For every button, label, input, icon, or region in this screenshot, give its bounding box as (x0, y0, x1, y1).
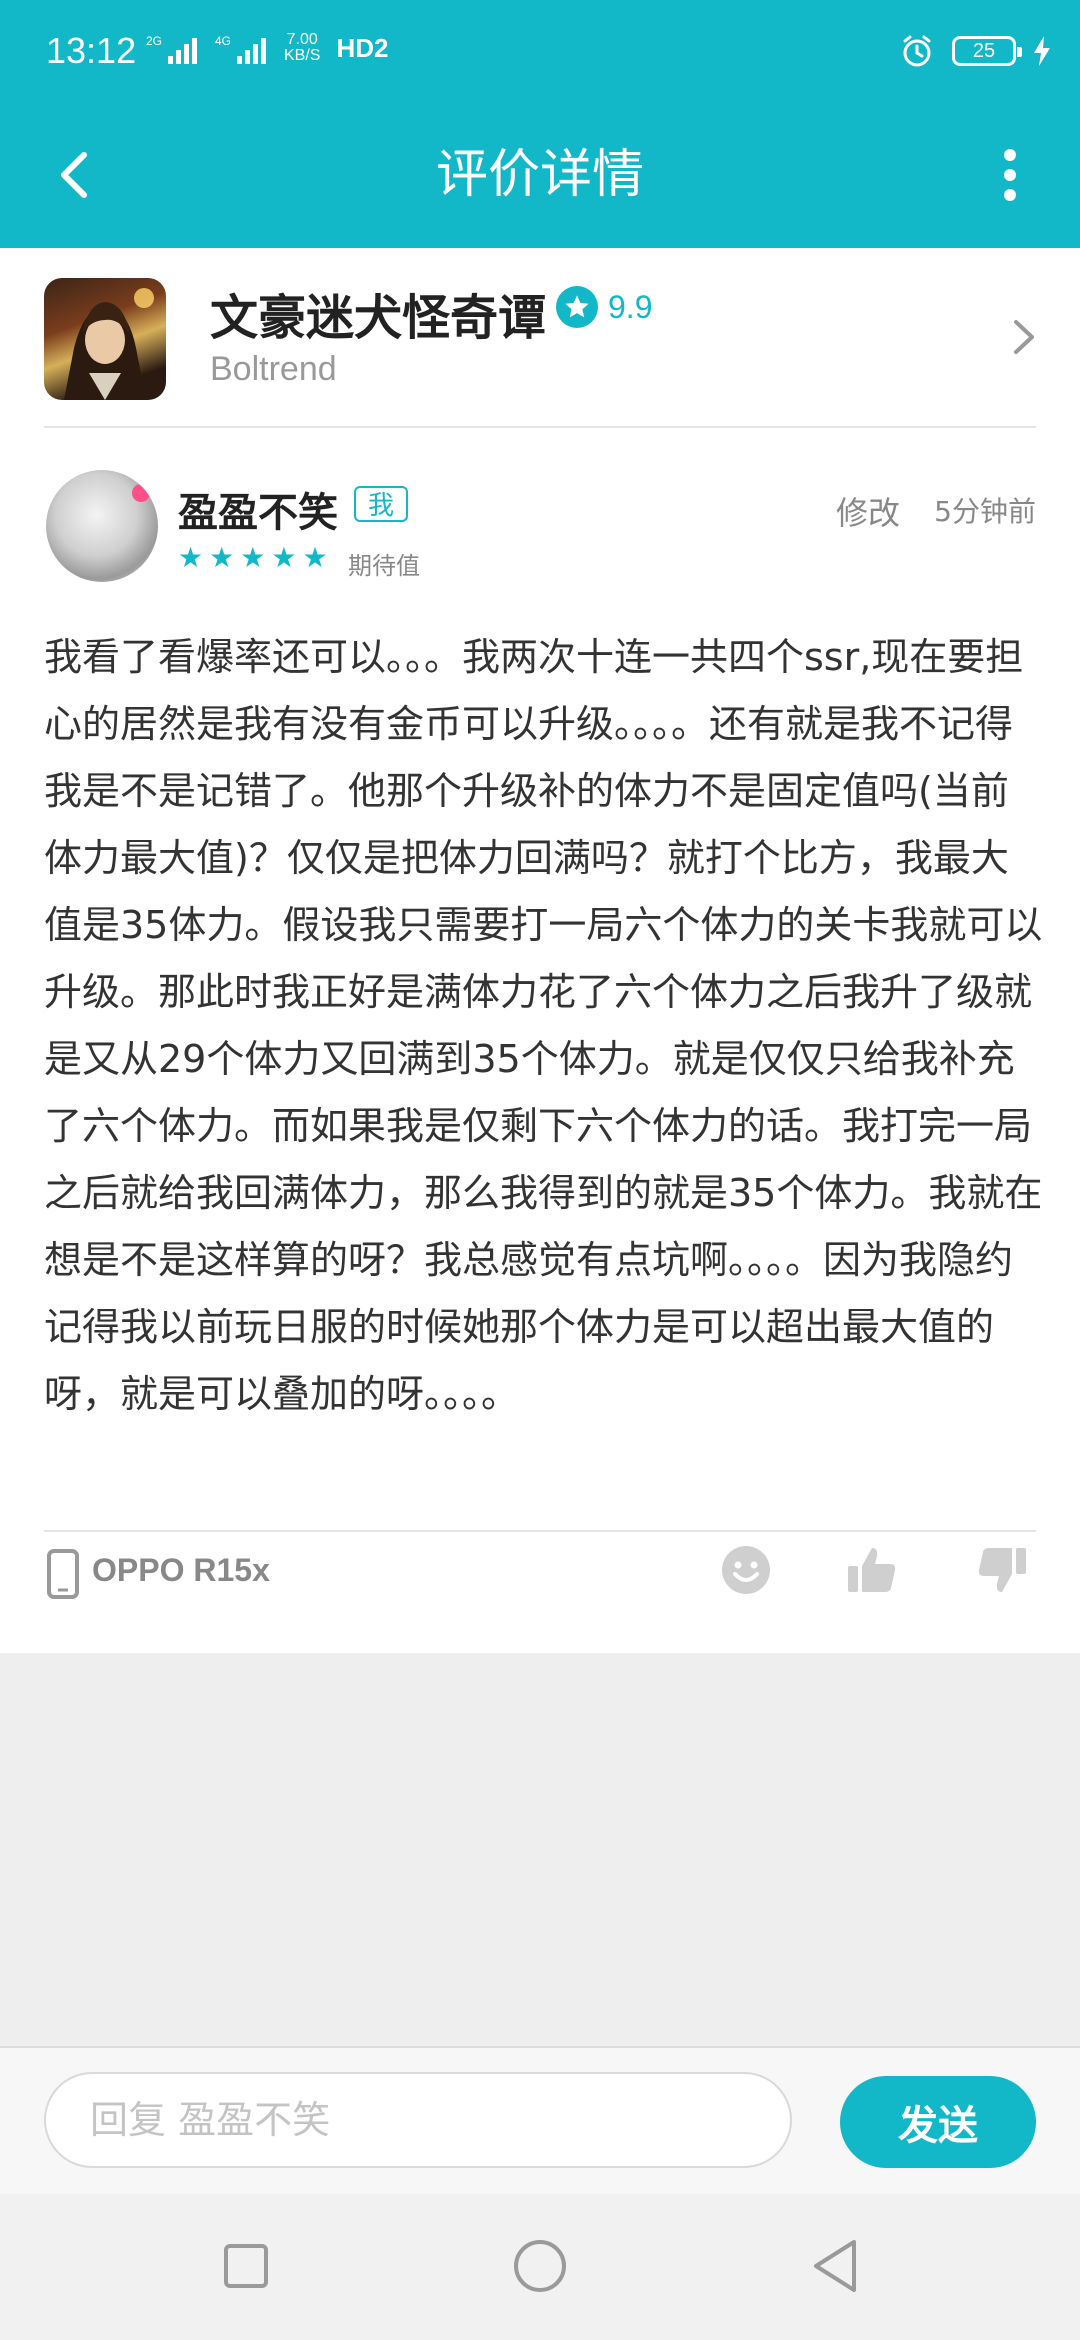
speed-value: 7.00 (286, 31, 318, 48)
hd-icon: HD2 (336, 33, 389, 63)
username[interactable]: 盈盈不笑 (178, 480, 338, 538)
star-icon (556, 286, 598, 328)
avatar[interactable] (46, 470, 158, 582)
network-speed: 7.00 KB/S (284, 32, 320, 64)
me-badge: 我 (354, 486, 408, 522)
divider (44, 1530, 1036, 1532)
status-bar: 13:12 2G 4G 7.00 KB/S HD2 25 (0, 0, 1080, 110)
reply-bar: 发送 (0, 2046, 1080, 2196)
star-icon: ★ (240, 541, 266, 574)
app-info-row[interactable]: 文豪迷犬怪奇谭 9.9 Boltrend (0, 248, 1080, 428)
status-time: 13:12 (46, 30, 137, 71)
app-rating: 9.9 (556, 286, 652, 328)
star-icon: ★ (271, 541, 297, 574)
send-button[interactable]: 发送 (840, 2076, 1036, 2168)
emoji-icon[interactable] (718, 1542, 774, 1598)
signal-label: 2G (146, 34, 163, 48)
more-vertical-icon[interactable] (980, 135, 1040, 215)
review-footer: OPPO R15x (0, 1538, 1080, 1638)
edit-button[interactable]: 修改 (836, 488, 900, 534)
signal-label: 4G (215, 34, 232, 48)
recent-apps-icon[interactable] (216, 2236, 276, 2296)
page-title: 评价详情 (435, 145, 644, 205)
status-icons-left: 2G 4G 7.00 KB/S HD2 (146, 32, 388, 64)
phone-icon (47, 1549, 79, 1599)
navigation-bar (0, 2194, 1080, 2340)
back-triangle-icon[interactable] (806, 2236, 866, 2296)
charging-icon (1034, 36, 1050, 66)
speed-unit: KB/S (284, 47, 321, 64)
thumbs-down-icon[interactable] (974, 1542, 1030, 1598)
star-icon: ★ (302, 541, 328, 574)
review-text: 我看了看爆率还可以。。。我两次十连一共四个ssr,现在要担心的居然是我有没有金币… (44, 635, 1043, 1416)
rating-label: 期待值 (348, 552, 420, 580)
signal-icon: 2G (146, 34, 197, 64)
divider (44, 426, 1036, 428)
thumbs-up-icon[interactable] (844, 1542, 900, 1598)
review-card: 文豪迷犬怪奇谭 9.9 Boltrend 盈盈不笑 我 ★ ★ ★ ★ ★ 期待值 修改… (0, 248, 1080, 1653)
home-icon[interactable] (510, 2236, 570, 2296)
developer-name: Boltrend (210, 350, 337, 388)
star-icon: ★ (178, 541, 204, 574)
battery-level: 25 (972, 39, 996, 62)
app-icon (44, 278, 166, 400)
reply-input[interactable] (44, 2072, 792, 2168)
app-icon-art (64, 288, 154, 400)
alarm-icon (903, 35, 931, 67)
status-icons-right: 25 (900, 34, 1050, 68)
app-name: 文豪迷犬怪奇谭 (210, 290, 547, 346)
review-header: 盈盈不笑 我 ★ ★ ★ ★ ★ 期待值 修改 5分钟前 (0, 468, 1080, 598)
review-time: 5分钟前 (934, 495, 1036, 528)
chevron-right-icon[interactable] (1004, 312, 1044, 362)
title-bar: 评价详情 (0, 110, 1080, 248)
star-icon: ★ (209, 541, 235, 574)
battery-icon: 25 (952, 36, 1022, 66)
device-name: OPPO R15x (92, 1552, 270, 1588)
rating-stars: ★ ★ ★ ★ ★ (178, 544, 328, 572)
signal-icon: 4G (215, 34, 266, 64)
rating-value: 9.9 (608, 288, 653, 325)
